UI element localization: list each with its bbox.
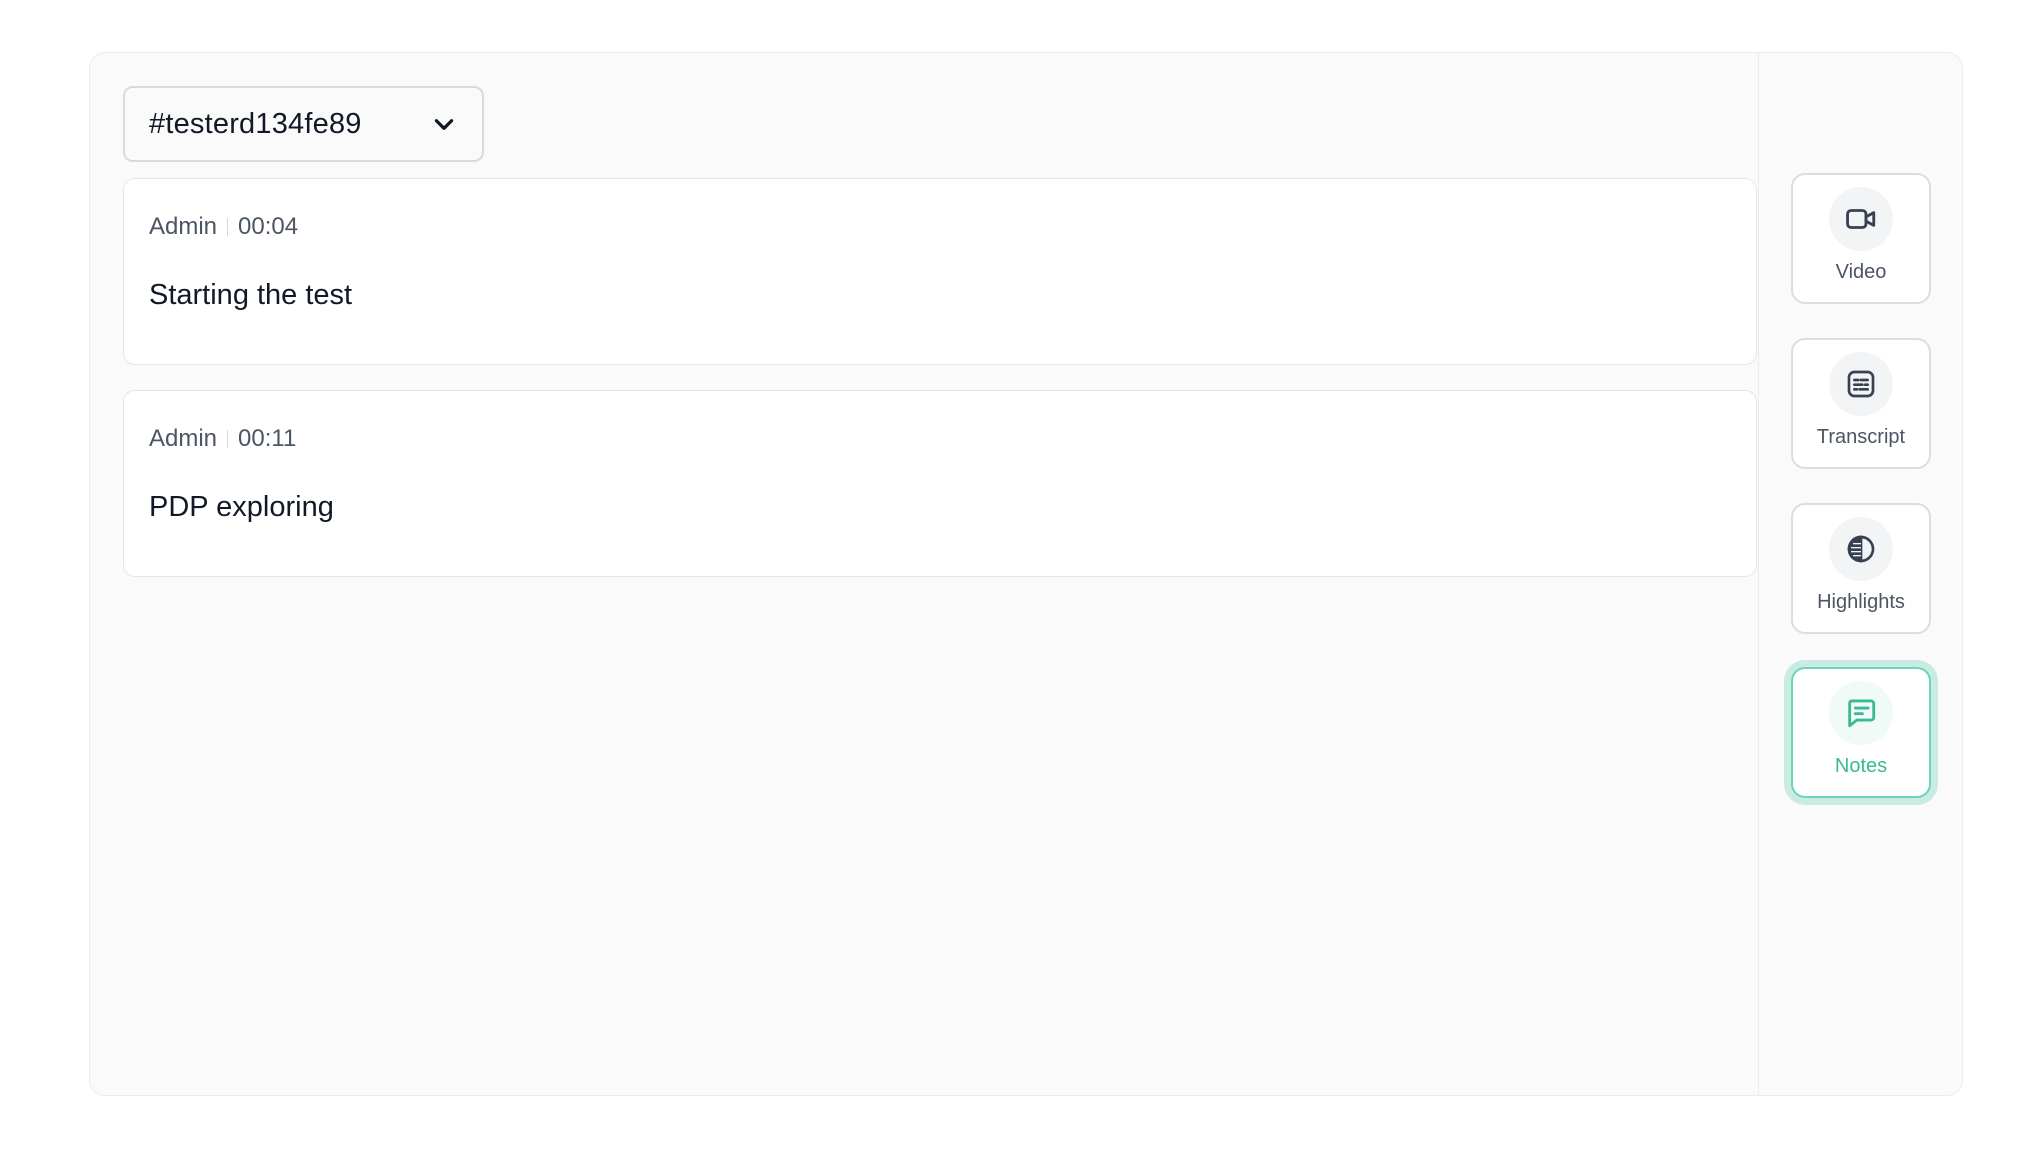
session-selector-value: #testerd134fe89 [149,107,362,140]
highlights-icon [1829,517,1893,581]
chevron-down-icon [430,110,458,138]
rail-button-label: Video [1835,261,1887,283]
video-camera-icon [1829,187,1893,251]
rail-button-video[interactable]: Video [1791,173,1931,304]
rail-button-highlights[interactable]: Highlights [1791,503,1931,634]
rail-button-label: Highlights [1817,591,1905,613]
recording-panel: #testerd134fe89 Admin 00:04 Starting the… [89,52,1963,1096]
note-card[interactable]: Admin 00:04 Starting the test [123,178,1757,365]
rail-button-transcript[interactable]: Transcript [1791,338,1931,469]
transcript-icon [1829,352,1893,416]
note-text: Starting the test [149,279,353,311]
note-meta: Admin 00:04 [149,213,298,241]
meta-divider [227,218,229,236]
note-meta: Admin 00:11 [149,425,296,453]
note-timestamp[interactable]: 00:04 [238,213,298,241]
note-timestamp[interactable]: 00:11 [238,425,296,453]
rail-button-label: Transcript [1816,426,1906,448]
notes-main-area: #testerd134fe89 Admin 00:04 Starting the… [90,53,1758,1095]
note-author: Admin [149,213,218,240]
note-card[interactable]: Admin 00:11 PDP exploring [123,390,1757,577]
rail-button-notes[interactable]: Notes [1791,667,1931,798]
session-selector-dropdown[interactable]: #testerd134fe89 [123,86,484,162]
note-author: Admin [149,425,218,452]
side-rail: Video Transcript Highlights Notes [1758,53,1962,1095]
rail-button-label: Notes [1834,755,1888,777]
note-text: PDP exploring [149,491,334,523]
chat-notes-icon [1829,681,1893,745]
meta-divider [227,430,229,448]
